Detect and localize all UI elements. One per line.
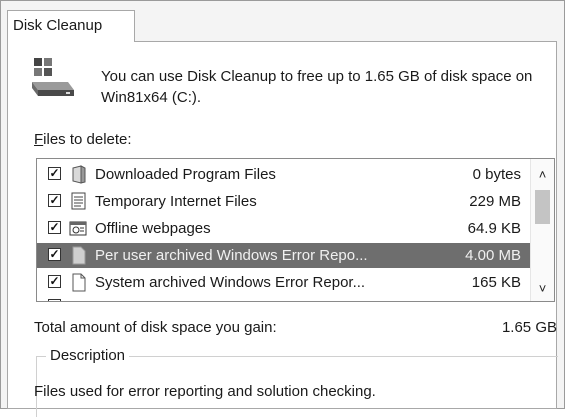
text-document-icon [71,192,86,210]
item-checkbox[interactable]: ✓ [48,167,61,180]
blank-document-icon [72,273,86,292]
list-item[interactable]: ✓ Offline webpages 64.9 KB [37,216,531,241]
item-name: Downloaded Program Files [95,166,276,183]
files-to-delete-label: Files to delete: [34,131,132,148]
item-checkbox[interactable]: ✓ [48,275,61,288]
item-checkbox[interactable] [48,299,61,301]
files-label-accel: F [34,131,44,148]
list-scrollbar[interactable]: ˄ ˅ [530,159,554,301]
scroll-up-arrow-icon[interactable]: ˄ [531,165,554,185]
intro-text: You can use Disk Cleanup to free up to 1… [101,68,533,106]
item-checkbox[interactable]: ✓ [48,194,61,207]
item-size: 165 KB [471,274,521,291]
list-item-partial[interactable] [37,297,531,301]
folder-icon [72,165,86,184]
webpage-icon [69,221,87,236]
hard-drive-icon [32,58,74,96]
description-legend: Description [46,347,130,364]
scroll-thumb[interactable] [535,190,550,224]
item-size: 64.9 KB [467,220,521,237]
total-space-value: 1.65 GB [501,319,557,336]
files-label-rest: iles to delete: [43,131,132,148]
files-listbox[interactable]: ✓ Downloaded Program Files 0 bytes ✓ Tem… [36,158,555,302]
item-size: 0 bytes [472,166,521,183]
description-text: Files used for error reporting and solut… [34,383,376,400]
list-item-selected[interactable]: ✓ Per user archived Windows Error Repo..… [37,243,531,268]
item-name: Temporary Internet Files [95,193,257,210]
item-checkbox[interactable]: ✓ [48,221,61,234]
item-size: 4.00 MB [465,247,521,264]
list-item[interactable]: ✓ Downloaded Program Files 0 bytes [37,162,531,187]
total-space-label: Total amount of disk space you gain: [34,319,277,336]
blank-document-icon [72,246,86,265]
item-name: Per user archived Windows Error Repo... [95,247,368,264]
item-name: System archived Windows Error Repor... [95,274,366,291]
tab-disk-cleanup[interactable]: Disk Cleanup [7,10,135,42]
item-size: 229 MB [469,193,521,210]
list-item[interactable]: ✓ Temporary Internet Files 229 MB [37,189,531,214]
item-checkbox[interactable]: ✓ [48,248,61,261]
item-name: Offline webpages [95,220,211,237]
scroll-down-arrow-icon[interactable]: ˅ [531,279,554,299]
list-item[interactable]: ✓ System archived Windows Error Repor...… [37,270,531,295]
